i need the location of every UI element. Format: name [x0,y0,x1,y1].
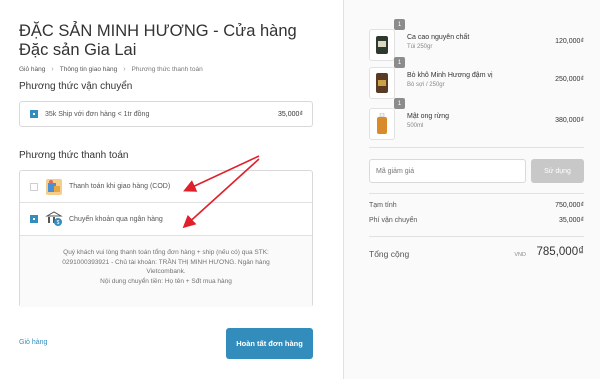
svg-text:$: $ [57,220,60,226]
payment-option-bank[interactable]: $ Chuyển khoản qua ngân hàng [20,203,312,235]
divider [369,236,584,237]
total-label: Tổng cộng [369,249,410,259]
cod-box-icon [45,178,63,196]
payment-method-box: Thanh toán khi giao hàng (COD) $ Chuyển … [19,170,313,307]
breadcrumb-payment-method: Phương thức thanh toán [131,66,203,73]
subtotal-value: 750,000₫ [555,202,584,209]
product-name: Ca cao nguyên chất [407,34,470,41]
product-variant: Bò sợi / 250gr [407,82,445,88]
product-variant: 500ml [407,123,424,129]
shop-title: ĐẶC SẢN MINH HƯƠNG - Cửa hàng Đặc sản Gi… [19,22,297,59]
payment-option-cod[interactable]: Thanh toán khi giao hàng (COD) [20,171,312,203]
product-variant: Túi 250gr [407,44,433,50]
instruction-line: Vietcombank. [146,268,186,275]
bank-transfer-label: Chuyển khoản qua ngân hàng [69,215,163,223]
shipping-method-title: Phương thức vận chuyển [19,81,133,92]
product-quantity-badge: 1 [394,57,405,68]
total-currency: VND [514,252,526,258]
product-thumbnail [369,29,395,61]
product-thumbnail [369,108,395,140]
breadcrumb-cart[interactable]: Giỏ hàng [19,66,45,73]
product-quantity-badge: 1 [394,19,405,30]
shipping-fee-label: Phí vận chuyển [369,217,418,224]
chevron-right-icon: › [51,66,54,73]
total-value: 785,000₫ [536,246,584,258]
shipping-option-label: 35k Ship với đơn hàng < 1tr đồng [45,110,150,118]
checkout-main: ĐẶC SẢN MINH HƯƠNG - Cửa hàng Đặc sản Gi… [0,0,343,379]
order-product: 1 Mật ong rừng 500ml 380,000₫ [369,98,584,140]
product-name: Bò khô Minh Hương đậm vị [407,72,493,79]
bank-transfer-icon: $ [45,210,63,228]
shipping-radio[interactable] [30,110,38,118]
product-price: 380,000₫ [555,117,584,124]
breadcrumb-shipping-info[interactable]: Thông tin giao hàng [60,66,117,73]
subtotal-label: Tạm tính [369,202,397,209]
instruction-line: 0291000393921 - Chủ tài khoản: TRẦN THỊ … [62,258,270,266]
shipping-option[interactable]: 35k Ship với đơn hàng < 1tr đồng 35,000₫ [20,102,312,126]
chevron-right-icon: › [123,66,126,73]
breadcrumb: Giỏ hàng › Thông tin giao hàng › Phương … [19,66,203,73]
subtotal-row: Tạm tính 750,000₫ [369,202,584,209]
order-summary-sidebar: 1 Ca cao nguyên chất Túi 250gr 120,000₫ … [343,0,600,379]
order-product: 1 Bò khô Minh Hương đậm vị Bò sợi / 250g… [369,57,584,99]
shipping-fee-value: 35,000₫ [558,217,584,224]
product-price: 120,000₫ [555,38,584,45]
bank-radio[interactable] [30,215,38,223]
divider [369,147,584,148]
payment-method-title: Phương thức thanh toán [19,150,129,161]
instruction-line: Nội dung chuyển tiền: Họ tên + Sđt mua h… [100,277,232,285]
product-quantity-badge: 1 [394,98,405,109]
return-to-cart-link[interactable]: Giỏ hàng [19,339,47,346]
product-thumbnail [369,67,395,99]
product-price: 250,000₫ [555,76,584,83]
cod-radio[interactable] [30,182,38,191]
shipping-method-box: 35k Ship với đơn hàng < 1tr đồng 35,000₫ [19,101,313,127]
complete-order-button[interactable]: Hoàn tất đơn hàng [226,328,313,359]
bank-transfer-instructions: Quý khách vui lòng thanh toán tổng đơn h… [20,235,312,307]
divider [369,193,584,194]
shipping-option-price: 35,000₫ [277,110,303,118]
total-row: Tổng cộng VND 785,000₫ [369,246,584,262]
cod-label: Thanh toán khi giao hàng (COD) [69,183,171,190]
apply-discount-button[interactable]: Sử dụng [531,159,584,183]
shipping-fee-row: Phí vận chuyển 35,000₫ [369,217,584,224]
instruction-line: Quý khách vui lòng thanh toán tổng đơn h… [63,249,269,256]
discount-code-input[interactable]: Mã giảm giá [369,159,526,183]
product-name: Mật ong rừng [407,113,450,120]
